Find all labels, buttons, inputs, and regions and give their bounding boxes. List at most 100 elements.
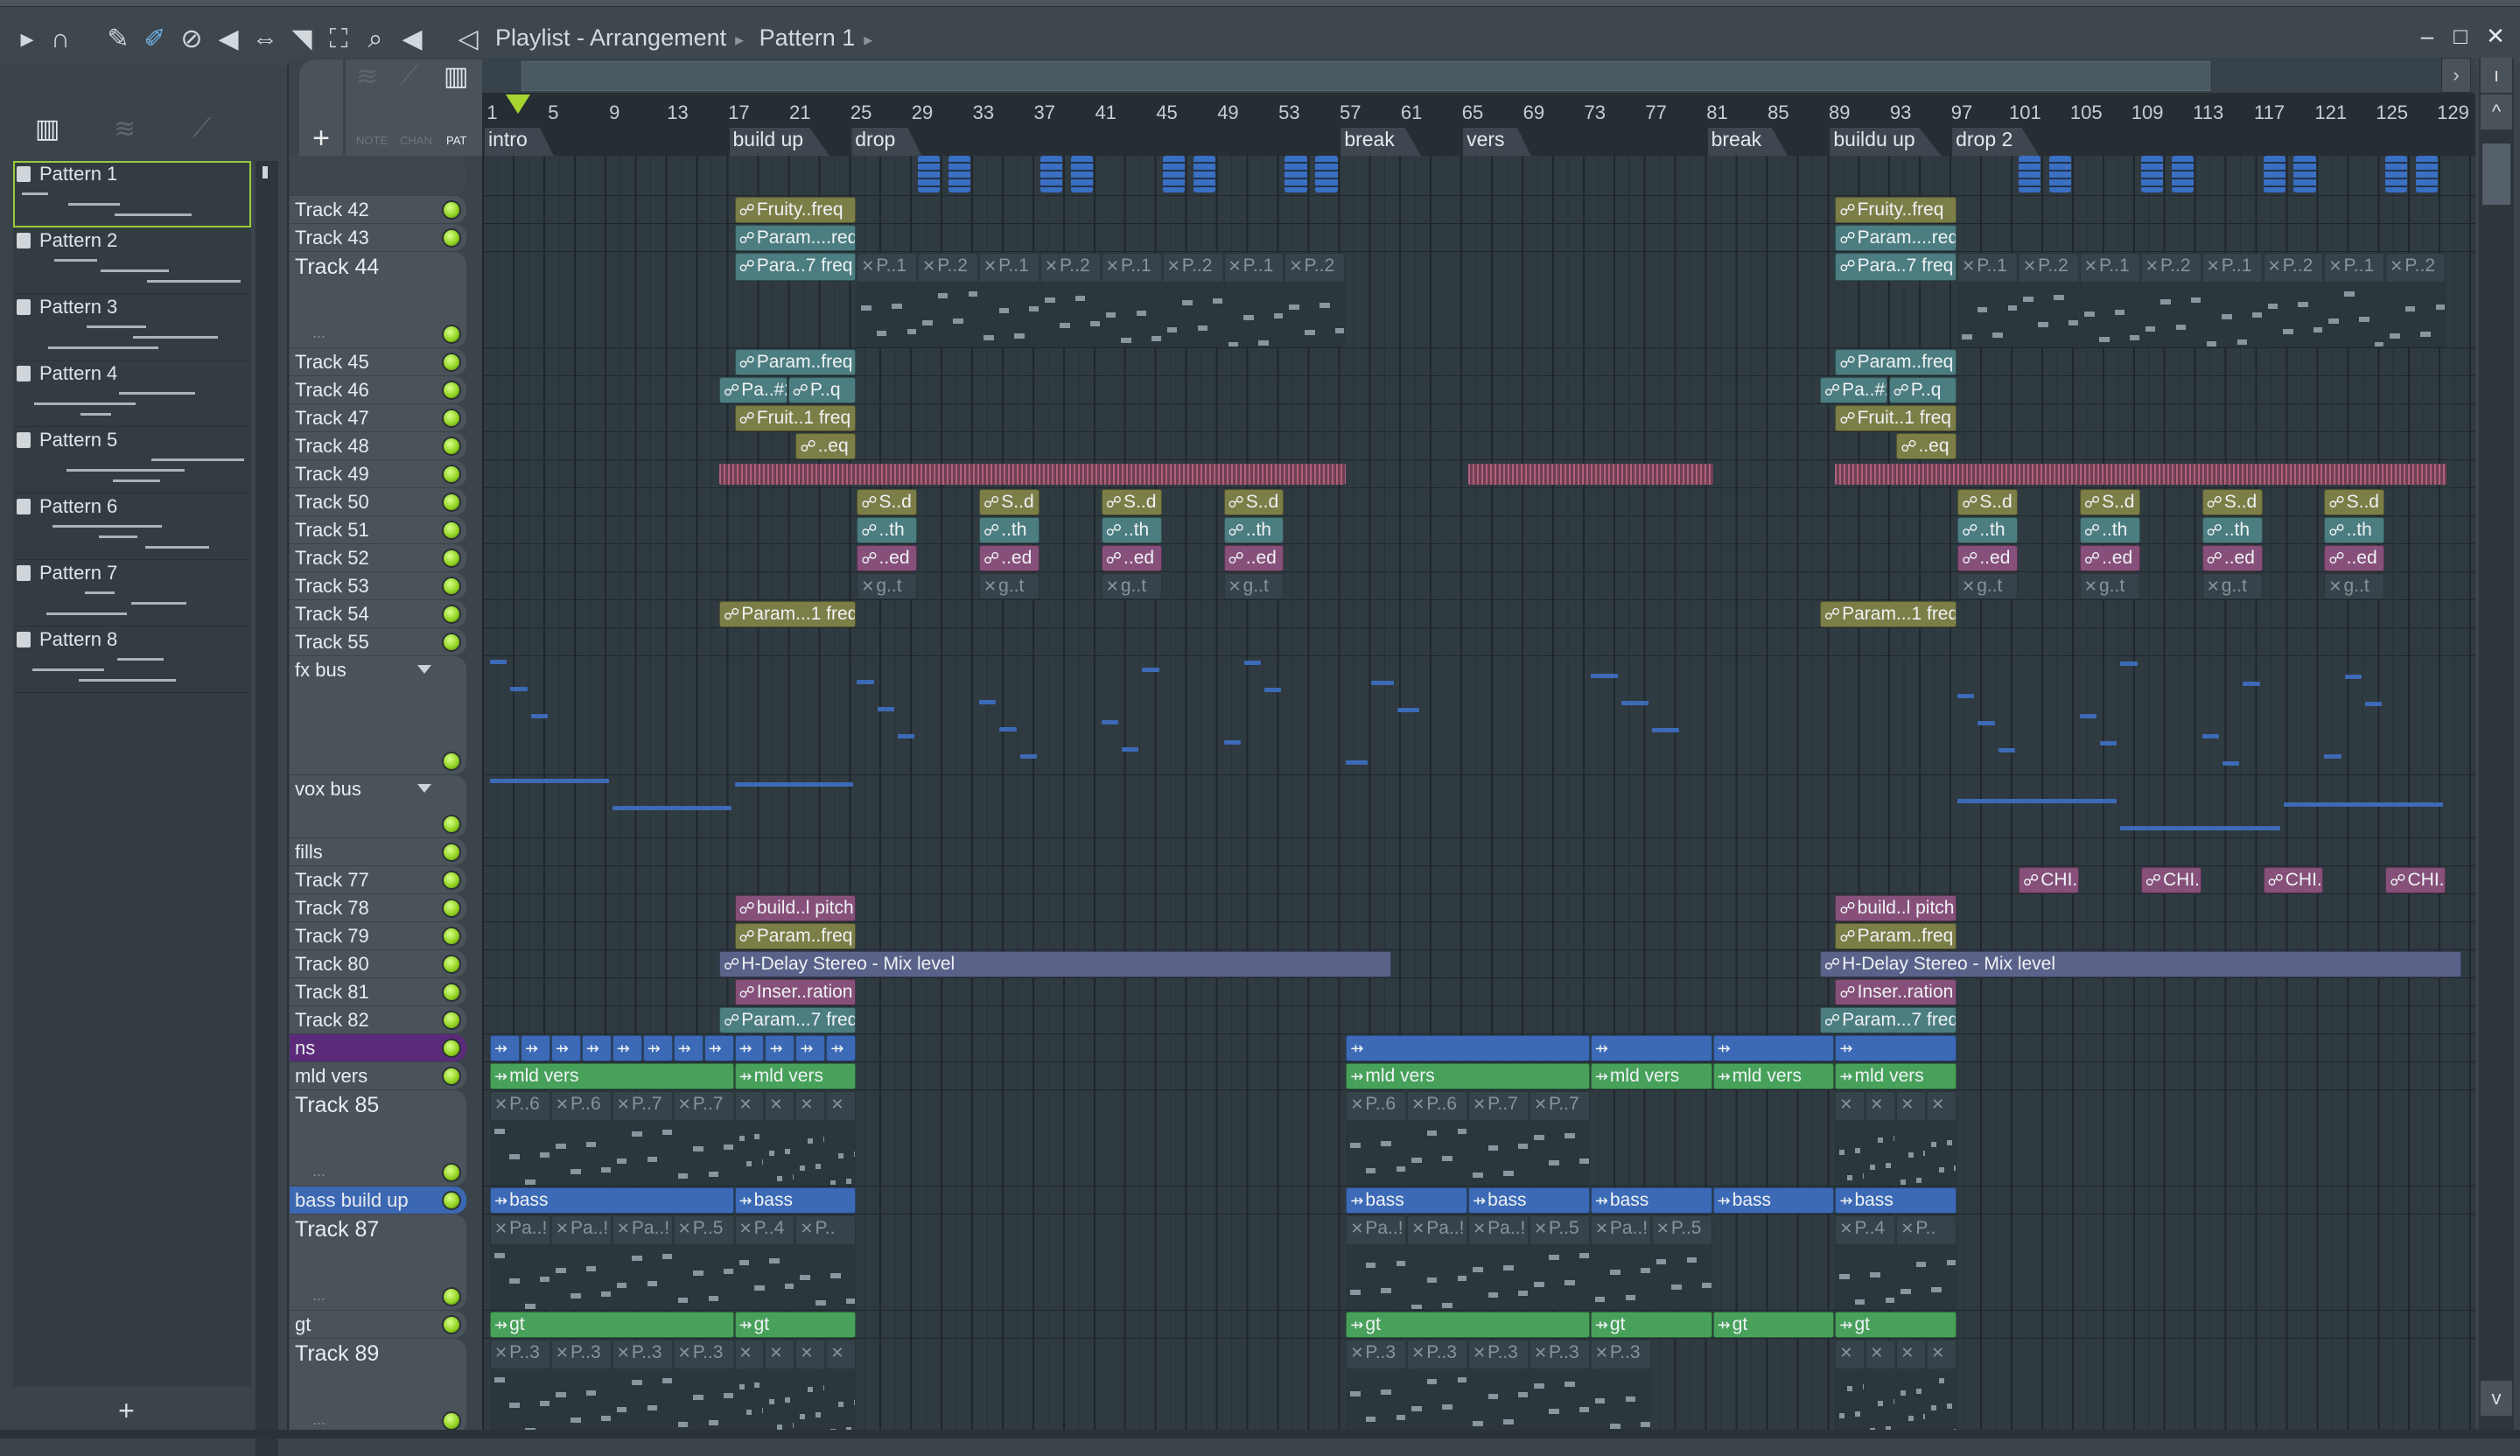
track-mute-led-icon[interactable]	[442, 815, 461, 834]
clip[interactable]: ⇸	[1835, 1035, 1957, 1061]
pattern-clip[interactable]	[918, 156, 941, 192]
magnet-icon[interactable]: ∩	[46, 24, 75, 54]
ghost-pattern-clip[interactable]: ✕Pa..!	[1346, 1215, 1407, 1310]
note-dash[interactable]	[1371, 681, 1394, 685]
note-dash[interactable]	[2222, 761, 2240, 766]
clip[interactable]: ⇸mld vers	[1346, 1063, 1590, 1089]
note-dash[interactable]	[1590, 674, 1618, 678]
track-header[interactable]: Track 55	[290, 628, 466, 656]
clip[interactable]: ⇸bass	[1835, 1187, 1957, 1214]
ghost-pattern-clip[interactable]: ✕P..2	[2019, 253, 2079, 347]
clip[interactable]: ☍..th	[857, 517, 918, 543]
track-lane[interactable]: ✕Pa..! ✕Pa..! ✕Pa..! ✕P..5 ✕P..4 ✕P.. ✕Pa..! ✕P…	[482, 1214, 2475, 1311]
ghost-pattern-clip[interactable]: ✕P..2	[918, 253, 979, 347]
track-lane[interactable]: ☍Param..freq ☍Param..freq	[482, 922, 2475, 950]
ghost-pattern-clip[interactable]: ✕g..t	[979, 573, 1040, 599]
clip[interactable]: ⇸gt	[734, 1312, 857, 1338]
track-mute-led-icon[interactable]	[442, 927, 461, 946]
ghost-pattern-clip[interactable]: ✕g..t	[857, 573, 918, 599]
note-dash[interactable]	[612, 806, 732, 810]
delete-icon[interactable]: ⊘	[177, 24, 206, 54]
clip[interactable]: ⇸	[734, 1035, 765, 1061]
track-lane[interactable]: ☍S..d ☍S..d ☍S..d ☍S..d ☍S..d ☍S..d ☍S..d ☍S..d	[482, 488, 2475, 516]
clip[interactable]: ☍Fruit..1 freq	[734, 405, 857, 431]
close-button[interactable]: ✕	[2482, 23, 2510, 50]
ghost-pattern-clip[interactable]: ✕P..2	[2140, 253, 2202, 347]
ghost-pattern-clip[interactable]: ✕P..7	[1529, 1091, 1590, 1186]
slip-icon[interactable]: ⇔	[250, 24, 280, 54]
clip[interactable]: ☍S..d	[979, 489, 1040, 515]
ghost-pattern-clip[interactable]: ✕P..4	[734, 1215, 795, 1310]
note-dash[interactable]	[1396, 708, 1419, 712]
clip[interactable]: ⇸	[765, 1035, 795, 1061]
clip[interactable]: ☍..ed	[2079, 545, 2140, 571]
zoom-icon[interactable]: ⌕	[360, 24, 390, 54]
track-header[interactable]: gt	[290, 1311, 466, 1339]
clip[interactable]: ☍Pa..#2	[719, 377, 788, 403]
track-header[interactable]: Track 49	[290, 460, 466, 488]
audio-wave-icon[interactable]: ≋	[356, 61, 378, 92]
note-dash[interactable]	[1101, 720, 1119, 724]
pattern-clip[interactable]	[2385, 156, 2408, 192]
ghost-pattern-clip[interactable]: ✕P..6	[1407, 1091, 1468, 1186]
ghost-pattern-clip[interactable]: ✕P..3	[490, 1340, 550, 1434]
ghost-pattern-clip[interactable]: ✕	[734, 1340, 765, 1434]
pattern-clip[interactable]	[1284, 156, 1307, 192]
ghost-pattern-clip[interactable]: ✕P..1	[2324, 253, 2385, 347]
track-header[interactable]: fx bus	[290, 656, 466, 775]
ghost-pattern-clip[interactable]: ✕P..2	[2263, 253, 2324, 347]
note-dash[interactable]	[999, 727, 1017, 732]
clip[interactable]: ☍S..d	[2079, 489, 2140, 515]
clip[interactable]: ☍..ed	[2202, 545, 2263, 571]
ghost-pattern-clip[interactable]: ✕P..2	[2385, 253, 2446, 347]
track-header[interactable]: Track 87...	[290, 1214, 466, 1311]
clip[interactable]: ☍H-Delay Stereo - Mix level	[1819, 951, 2461, 977]
clip[interactable]: ⇸	[1590, 1035, 1712, 1061]
scroll-down-button[interactable]: v	[2481, 1381, 2512, 1416]
note-dash[interactable]	[1122, 747, 1139, 752]
timeline-marker[interactable]: buildu up	[1830, 128, 1942, 156]
track-mute-led-icon[interactable]	[442, 1191, 461, 1210]
note-dash[interactable]	[1620, 701, 1648, 705]
ghost-pattern-clip[interactable]: ✕Pa..!	[1407, 1215, 1468, 1310]
timeline-marker[interactable]: build up	[729, 128, 830, 156]
clip[interactable]: ☍Para..7 freq	[1835, 253, 1957, 281]
clip[interactable]: ⇸mld vers	[490, 1063, 734, 1089]
pattern-clip[interactable]	[2171, 156, 2194, 192]
pattern-clip[interactable]	[2019, 156, 2041, 192]
ghost-pattern-clip[interactable]: ✕Pa..!	[490, 1215, 550, 1310]
ghost-pattern-clip[interactable]: ✕P..1	[1101, 253, 1162, 347]
track-header[interactable]: Track 79	[290, 922, 466, 950]
track-lane[interactable]	[482, 656, 2475, 775]
add-track-button[interactable]: +	[299, 60, 343, 156]
clip[interactable]: ⇸gt	[1835, 1312, 1957, 1338]
clip[interactable]: ☍S..d	[1957, 489, 2018, 515]
scrollbar-thumb[interactable]	[2482, 144, 2510, 205]
clip[interactable]: ☍Param....req	[734, 225, 857, 251]
track-header[interactable]: Track 77	[290, 866, 466, 894]
mode-chan[interactable]: CHAN	[400, 134, 432, 147]
clip[interactable]: ☍..eq	[1896, 433, 1957, 459]
track-lane[interactable]: ⇸ ⇸ ⇸ ⇸ ⇸ ⇸ ⇸ ⇸ ⇸ ⇸ ⇸ ⇸ ⇸ ⇸ ⇸ ⇸	[482, 1034, 2475, 1062]
ghost-pattern-clip[interactable]: ✕P..1	[857, 253, 918, 347]
piano-roll-icon[interactable]: ▥	[444, 61, 468, 92]
ghost-pattern-clip[interactable]: ✕P..5	[1651, 1215, 1712, 1310]
clip[interactable]: ⇸	[490, 1035, 520, 1061]
track-lane[interactable]: ✕g..t ✕g..t ✕g..t ✕g..t ✕g..t ✕g..t ✕g..t ✕g..t	[482, 572, 2475, 600]
pattern-clip[interactable]	[1070, 156, 1094, 192]
clip[interactable]: ☍Param...7 freq	[719, 1007, 857, 1033]
pattern-item[interactable]: Pattern 8	[13, 626, 251, 693]
track-mute-led-icon[interactable]	[442, 1011, 461, 1030]
clip[interactable]: ☍Para..7 freq	[734, 253, 857, 281]
clip[interactable]: ⇸gt	[1590, 1312, 1712, 1338]
track-header[interactable]: Track 89...	[290, 1339, 466, 1435]
track-header[interactable]: Track 78	[290, 894, 466, 922]
pattern-item[interactable]: Pattern 3	[13, 294, 251, 360]
pattern-item[interactable]: Pattern 2	[13, 228, 251, 294]
ghost-pattern-clip[interactable]: ✕P..3	[1407, 1340, 1468, 1434]
clip[interactable]: ⇸	[642, 1035, 673, 1061]
scroll-right-button[interactable]: ›	[2441, 58, 2471, 93]
clip[interactable]: ⇸bass	[490, 1187, 734, 1214]
audio-wave-icon[interactable]: ≋	[114, 114, 136, 144]
clip[interactable]: ⇸bass	[1346, 1187, 1468, 1214]
